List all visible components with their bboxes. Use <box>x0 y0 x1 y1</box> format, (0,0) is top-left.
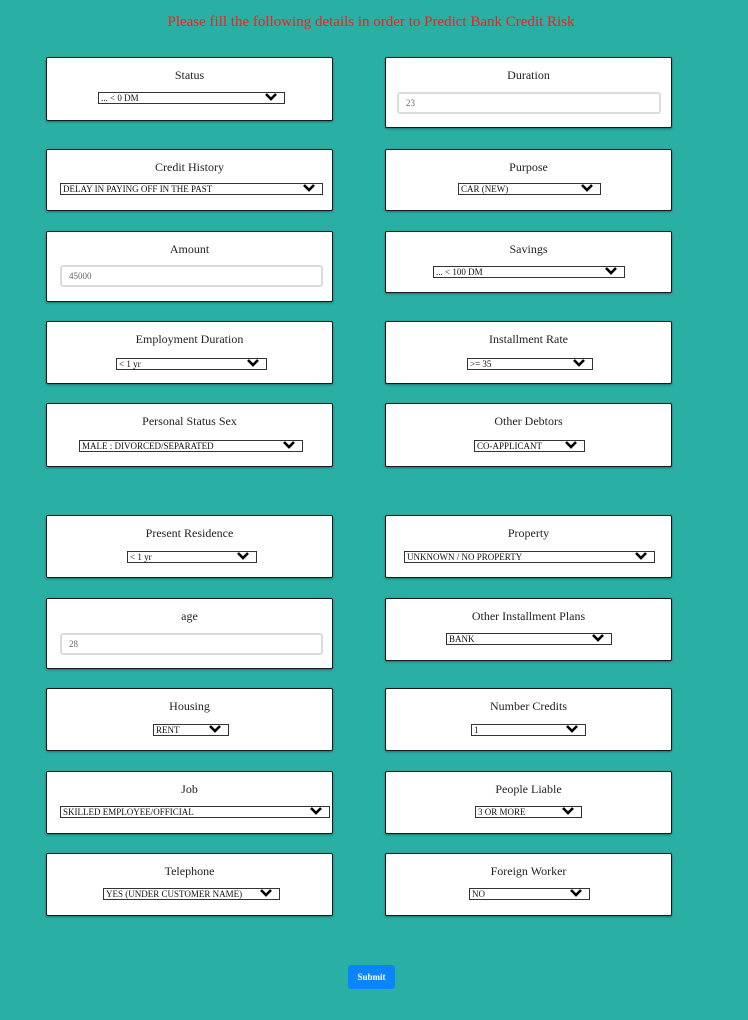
housing-value: RENT <box>156 725 180 735</box>
property-card: Property UNKNOWN / NO PROPERTY <box>385 515 672 578</box>
number-credits-label: Number Credits <box>490 699 567 713</box>
other-installment-plans-select[interactable]: BANK <box>446 633 612 645</box>
status-card: Status ... < 0 DM <box>46 57 333 121</box>
number-credits-card: Number Credits 1 <box>385 688 672 751</box>
people-liable-select[interactable]: 3 OR MORE <box>475 806 582 818</box>
job-select[interactable]: SKILLED EMPLOYEE/OFFICIAL <box>60 806 330 818</box>
foreign-worker-label: Foreign Worker <box>490 864 567 878</box>
chevron-down-icon <box>310 807 322 815</box>
duration-input[interactable]: 23 <box>397 92 661 114</box>
chevron-down-icon <box>581 184 593 192</box>
housing-label: Housing <box>169 699 210 713</box>
employment-duration-value: < 1 yr <box>119 359 141 369</box>
employment-duration-label: Employment Duration <box>135 332 244 346</box>
status-value: ... < 0 DM <box>101 93 139 103</box>
other-installment-plans-card: Other Installment Plans BANK <box>385 598 672 661</box>
other-debtors-card: Other Debtors CO-APPLICANT <box>385 403 672 467</box>
present-residence-value: < 1 yr <box>130 552 152 562</box>
amount-label: Amount <box>169 242 210 256</box>
chevron-down-icon <box>573 359 585 367</box>
telephone-value: YES (UNDER CUSTOMER NAME) <box>106 889 243 899</box>
age-card: age 28 <box>46 598 333 669</box>
purpose-select[interactable]: CAR (NEW) <box>458 183 601 195</box>
savings-value: ... < 100 DM <box>436 267 483 277</box>
property-label: Property <box>507 526 550 540</box>
foreign-worker-card: Foreign Worker NO <box>385 853 672 916</box>
people-liable-label: People Liable <box>495 782 562 796</box>
savings-card: Savings ... < 100 DM <box>385 231 672 293</box>
chevron-down-icon <box>237 552 249 560</box>
personal-status-sex-label: Personal Status Sex <box>142 414 237 428</box>
status-select[interactable]: ... < 0 DM <box>98 92 285 104</box>
installment-rate-label: Installment Rate <box>489 332 568 346</box>
telephone-card: Telephone YES (UNDER CUSTOMER NAME) <box>46 853 333 916</box>
number-credits-value: 1 <box>474 725 479 735</box>
other-installment-plans-value: BANK <box>449 634 475 644</box>
foreign-worker-select[interactable]: NO <box>469 888 590 900</box>
installment-rate-value: >= 35 <box>470 359 492 369</box>
number-credits-select[interactable]: 1 <box>471 724 586 736</box>
other-installment-plans-label: Other Installment Plans <box>471 609 586 623</box>
other-debtors-select[interactable]: CO-APPLICANT <box>474 440 585 452</box>
chevron-down-icon <box>562 807 574 815</box>
installment-rate-select[interactable]: >= 35 <box>467 358 593 370</box>
property-select[interactable]: UNKNOWN / NO PROPERTY <box>404 551 655 563</box>
chevron-down-icon <box>247 359 259 367</box>
job-label: Job <box>181 782 198 796</box>
property-value: UNKNOWN / NO PROPERTY <box>407 552 523 562</box>
job-card: Job SKILLED EMPLOYEE/OFFICIAL <box>46 771 333 834</box>
foreign-worker-value: NO <box>472 889 485 899</box>
present-residence-label: Present Residence <box>145 526 234 540</box>
credit-history-label: Credit History <box>155 160 224 174</box>
chevron-down-icon <box>566 725 578 733</box>
age-input[interactable]: 28 <box>60 633 323 655</box>
amount-input[interactable]: 45000 <box>60 265 323 287</box>
page-heading: Please fill the following details in ord… <box>167 14 575 30</box>
personal-status-sex-card: Personal Status Sex MALE : DIVORCED/SEPA… <box>46 403 333 467</box>
chevron-down-icon <box>260 889 272 897</box>
housing-select[interactable]: RENT <box>153 724 229 736</box>
telephone-label: Telephone <box>164 864 215 878</box>
savings-label: Savings <box>509 242 548 256</box>
purpose-card: Purpose CAR (NEW) <box>385 149 672 211</box>
personal-status-sex-value: MALE : DIVORCED/SEPARATED <box>82 441 214 451</box>
chevron-down-icon <box>265 93 277 101</box>
chevron-down-icon <box>209 725 221 733</box>
job-value: SKILLED EMPLOYEE/OFFICIAL <box>63 807 194 817</box>
purpose-label: Purpose <box>509 160 548 174</box>
credit-history-value: DELAY IN PAYING OFF IN THE PAST <box>63 184 213 194</box>
present-residence-card: Present Residence < 1 yr <box>46 515 333 578</box>
credit-history-card: Credit History DELAY IN PAYING OFF IN TH… <box>46 149 333 211</box>
other-debtors-value: CO-APPLICANT <box>477 441 543 451</box>
age-label: age <box>181 609 198 623</box>
chevron-down-icon <box>303 184 315 192</box>
employment-duration-select[interactable]: < 1 yr <box>116 358 267 370</box>
chevron-down-icon <box>605 267 617 275</box>
housing-card: Housing RENT <box>46 688 333 751</box>
amount-card: Amount 45000 <box>46 231 333 302</box>
credit-history-select[interactable]: DELAY IN PAYING OFF IN THE PAST <box>60 183 323 195</box>
chevron-down-icon <box>565 441 577 449</box>
purpose-value: CAR (NEW) <box>461 184 509 194</box>
chevron-down-icon <box>592 634 604 642</box>
submit-button[interactable]: Submit <box>348 965 395 989</box>
employment-duration-card: Employment Duration < 1 yr <box>46 321 333 384</box>
chevron-down-icon <box>570 889 582 897</box>
people-liable-value: 3 OR MORE <box>478 807 526 817</box>
other-debtors-label: Other Debtors <box>494 414 563 428</box>
installment-rate-card: Installment Rate >= 35 <box>385 321 672 384</box>
duration-label: Duration <box>507 68 550 82</box>
savings-select[interactable]: ... < 100 DM <box>433 266 625 278</box>
chevron-down-icon <box>635 552 647 560</box>
present-residence-select[interactable]: < 1 yr <box>127 551 257 563</box>
telephone-select[interactable]: YES (UNDER CUSTOMER NAME) <box>103 888 280 900</box>
people-liable-card: People Liable 3 OR MORE <box>385 771 672 834</box>
status-label: Status <box>174 68 205 82</box>
personal-status-sex-select[interactable]: MALE : DIVORCED/SEPARATED <box>79 440 303 452</box>
chevron-down-icon <box>283 441 295 449</box>
duration-card: Duration 23 <box>385 57 672 128</box>
